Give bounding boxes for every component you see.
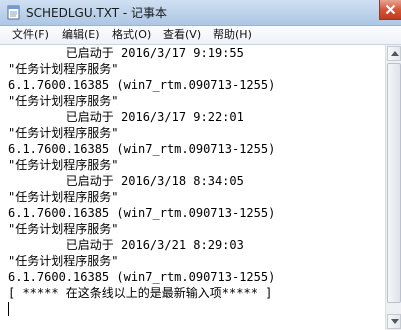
text-caret [8,302,9,316]
text-line: 已启动于 2016/3/17 9:19:55 [8,46,244,60]
text-line: "任务计划程序服务" [8,126,119,140]
text-line: 6.1.7600.16385 (win7_rtm.090713-1255) [8,206,276,220]
arrow-down-icon [391,319,399,324]
text-line: "任务计划程序服务" [8,254,119,268]
menu-bar: 文件(F) 编辑(E) 格式(O) 查看(V) 帮助(H) [0,26,401,45]
text-line: "任务计划程序服务" [8,94,119,108]
text-line: "任务计划程序服务" [8,190,119,204]
text-line: 已启动于 2016/3/18 8:34:05 [8,174,244,188]
close-icon [385,4,396,15]
text-line: [ ***** 在这条线以上的是最新输入项***** ] [8,286,273,300]
window-title: SCHEDLGU.TXT - 记事本 [26,6,168,20]
menu-edit[interactable]: 编辑(E) [62,28,100,42]
menu-file[interactable]: 文件(F) [12,28,49,42]
scroll-up-button[interactable] [387,46,401,61]
arrow-up-icon [391,51,399,56]
vertical-scrollbar[interactable] [385,45,401,330]
scroll-thumb[interactable] [387,63,401,303]
menu-format[interactable]: 格式(O) [112,28,151,42]
text-line: 6.1.7600.16385 (win7_rtm.090713-1255) [8,270,276,284]
text-line: "任务计划程序服务" [8,62,119,76]
close-button[interactable] [379,0,401,20]
text-line: "任务计划程序服务" [8,158,119,172]
scroll-down-button[interactable] [387,314,401,329]
notepad-window: SCHEDLGU.TXT - 记事本 文件(F) 编辑(E) 格式(O) 查看(… [0,0,401,330]
title-bar[interactable]: SCHEDLGU.TXT - 记事本 [0,0,401,26]
text-line: 6.1.7600.16385 (win7_rtm.090713-1255) [8,78,276,92]
text-line: 6.1.7600.16385 (win7_rtm.090713-1255) [8,142,276,156]
text-line: 已启动于 2016/3/17 9:22:01 [8,110,244,124]
menu-view[interactable]: 查看(V) [163,28,201,42]
notepad-icon[interactable] [6,5,21,20]
text-line: "任务计划程序服务" [8,222,119,236]
text-editor[interactable]: 已启动于 2016/3/17 9:19:55 "任务计划程序服务" 6.1.76… [0,45,385,330]
menu-help[interactable]: 帮助(H) [213,28,252,42]
text-line: 已启动于 2016/3/21 8:29:03 [8,238,244,252]
